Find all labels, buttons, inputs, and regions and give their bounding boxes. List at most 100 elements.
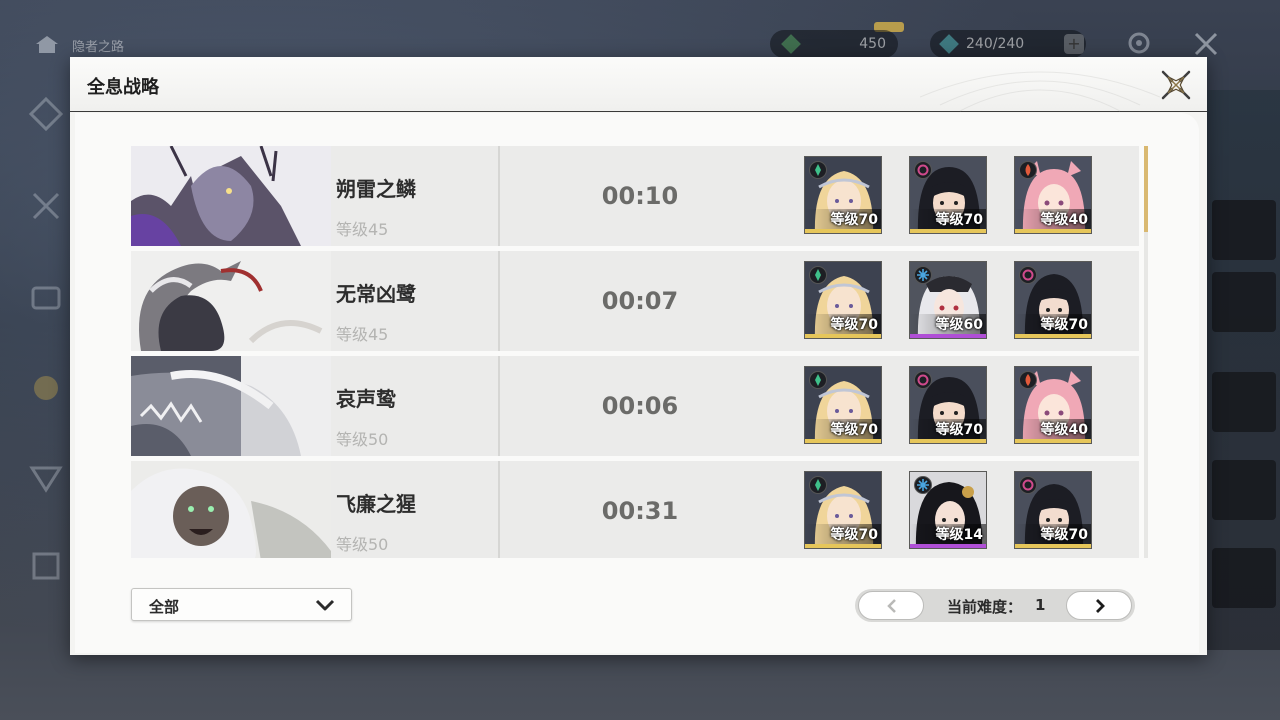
boss-portrait bbox=[131, 146, 331, 246]
team-member-level: 等级40 bbox=[1015, 419, 1091, 439]
side-menu-icon bbox=[32, 552, 60, 580]
boss-level: 等级50 bbox=[336, 430, 389, 449]
team-member-level: 等级70 bbox=[910, 419, 986, 439]
rarity-bar bbox=[805, 334, 881, 338]
team-member-slot[interactable]: 等级70 bbox=[804, 261, 882, 339]
glacio-element-icon bbox=[914, 476, 932, 494]
side-menu-icon bbox=[32, 192, 60, 220]
clear-time: 00:07 bbox=[601, 287, 679, 315]
exit-icon[interactable] bbox=[1192, 30, 1220, 58]
team-member-slot[interactable]: 等级70 bbox=[804, 471, 882, 549]
boss-level: 等级45 bbox=[336, 220, 389, 239]
team-member-slot[interactable]: 等级70 bbox=[804, 156, 882, 234]
boss-portrait bbox=[131, 356, 331, 456]
side-menu-icon bbox=[34, 376, 58, 400]
filter-dropdown[interactable]: 全部 bbox=[131, 588, 352, 621]
havoc-element-icon bbox=[914, 371, 932, 389]
aero-element-icon bbox=[809, 266, 827, 284]
team-member-slot[interactable]: 等级70 bbox=[1014, 261, 1092, 339]
glacio-element-icon bbox=[914, 266, 932, 284]
clear-time: 00:31 bbox=[601, 497, 679, 525]
background-tile bbox=[1212, 200, 1276, 260]
aero-element-icon bbox=[809, 476, 827, 494]
team-member-slot[interactable]: 等级14 bbox=[909, 471, 987, 549]
clear-time: 00:10 bbox=[601, 182, 679, 210]
rarity-bar bbox=[805, 544, 881, 548]
next-difficulty-button[interactable] bbox=[1066, 591, 1132, 620]
record-row[interactable]: 飞廉之猩 等级50 00:31 等级70 等级14 等级70 bbox=[131, 461, 1139, 558]
rarity-bar bbox=[910, 229, 986, 233]
record-row[interactable]: 无常凶鹭 等级45 00:07 等级70 等级60 等级70 bbox=[131, 251, 1139, 351]
team-member-slot[interactable]: 等级70 bbox=[909, 156, 987, 234]
team-member-level: 等级70 bbox=[805, 419, 881, 439]
rarity-bar bbox=[910, 439, 986, 443]
team-member-slot[interactable]: 等级70 bbox=[909, 366, 987, 444]
team-member-level: 等级70 bbox=[1015, 524, 1091, 544]
team-member-level: 等级14 bbox=[910, 524, 986, 544]
rarity-bar bbox=[1015, 544, 1091, 548]
team-member-level: 等级40 bbox=[1015, 209, 1091, 229]
previous-difficulty-button[interactable] bbox=[858, 591, 924, 620]
team-member-slot[interactable]: 等级70 bbox=[804, 366, 882, 444]
boss-name: 无常凶鹭 bbox=[336, 282, 416, 306]
team-member-slot[interactable]: 等级40 bbox=[1014, 156, 1092, 234]
side-menu-icon bbox=[29, 466, 63, 493]
team-member-level: 等级60 bbox=[910, 314, 986, 334]
background-tile bbox=[1212, 548, 1276, 608]
boss-name: 哀声鸷 bbox=[336, 387, 396, 411]
team-member-level: 等级70 bbox=[805, 314, 881, 334]
boss-level: 等级50 bbox=[336, 535, 389, 554]
record-row[interactable]: 朔雷之鳞 等级45 00:10 等级70 等级70 等级40 bbox=[131, 146, 1139, 246]
side-menu-icon bbox=[31, 286, 61, 310]
currency-1-value: 450 bbox=[859, 36, 886, 52]
list-scrollbar[interactable] bbox=[1144, 146, 1148, 558]
close-icon[interactable] bbox=[1158, 67, 1194, 103]
difficulty-pager: 当前难度： 1 bbox=[855, 589, 1135, 622]
chevron-down-icon bbox=[315, 599, 335, 611]
record-list[interactable]: 朔雷之鳞 等级45 00:10 等级70 等级70 等级40 无常凶鹭 等级45… bbox=[131, 146, 1139, 558]
home-icon bbox=[36, 36, 58, 53]
boss-portrait bbox=[131, 251, 331, 351]
team-member-slot[interactable]: 等级60 bbox=[909, 261, 987, 339]
panel-title: 全息战略 bbox=[87, 77, 159, 98]
background-tile bbox=[1212, 460, 1276, 520]
background-tile bbox=[1212, 272, 1276, 332]
boss-portrait bbox=[131, 461, 331, 558]
team-member-level: 等级70 bbox=[1015, 314, 1091, 334]
currency-add-button[interactable]: + bbox=[1064, 34, 1084, 54]
settings-icon[interactable] bbox=[1124, 28, 1154, 58]
currency-2-value: 240/240 bbox=[966, 36, 1025, 52]
background-home-label: 隐者之路 bbox=[72, 40, 125, 55]
team-member-level: 等级70 bbox=[805, 209, 881, 229]
scrollbar-thumb[interactable] bbox=[1144, 146, 1148, 232]
rarity-bar bbox=[805, 229, 881, 233]
team-member-slot[interactable]: 等级70 bbox=[1014, 471, 1092, 549]
side-menu-icon bbox=[28, 96, 64, 132]
fusion-element-icon bbox=[1019, 161, 1037, 179]
boss-level: 等级45 bbox=[336, 325, 389, 344]
havoc-element-icon bbox=[914, 161, 932, 179]
team-member-level: 等级70 bbox=[910, 209, 986, 229]
difficulty-value: 1 bbox=[1035, 596, 1046, 614]
team-member-level: 等级70 bbox=[805, 524, 881, 544]
rarity-bar bbox=[805, 439, 881, 443]
filter-selected-label: 全部 bbox=[149, 598, 180, 616]
difficulty-label: 当前难度： bbox=[947, 598, 1023, 616]
panel-header: 全息战略 bbox=[70, 57, 1207, 112]
rarity-bar bbox=[910, 544, 986, 548]
havoc-element-icon bbox=[1019, 266, 1037, 284]
clear-time: 00:06 bbox=[601, 392, 679, 420]
background-tile bbox=[1212, 372, 1276, 432]
rarity-bar bbox=[1015, 229, 1091, 233]
header-decoration bbox=[920, 71, 1160, 112]
aero-element-icon bbox=[809, 161, 827, 179]
fusion-element-icon bbox=[1019, 371, 1037, 389]
chevron-left-icon bbox=[887, 599, 896, 613]
record-row[interactable]: 哀声鸷 等级50 00:06 等级70 等级70 等级40 bbox=[131, 356, 1139, 456]
rarity-bar bbox=[1015, 334, 1091, 338]
havoc-element-icon bbox=[1019, 476, 1037, 494]
boss-name: 朔雷之鳞 bbox=[336, 177, 416, 201]
boss-name: 飞廉之猩 bbox=[336, 492, 416, 516]
team-member-slot[interactable]: 等级40 bbox=[1014, 366, 1092, 444]
aero-element-icon bbox=[809, 371, 827, 389]
